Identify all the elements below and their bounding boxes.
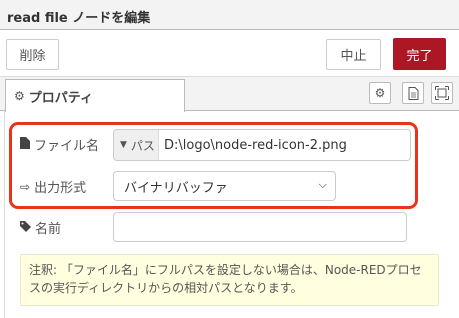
highlight-box xyxy=(9,122,418,209)
delete-button[interactable]: 削除 xyxy=(6,39,59,70)
done-button[interactable]: 完了 xyxy=(393,38,446,70)
tag-icon xyxy=(20,220,31,235)
settings-tab-button[interactable]: ⚙ xyxy=(369,82,391,104)
tray-title: read file ノードを編集 xyxy=(7,11,151,26)
name-label: 名前 xyxy=(20,218,61,237)
panel-border xyxy=(4,111,5,318)
description-tab-button[interactable] xyxy=(402,82,424,104)
gear-icon: ⚙ xyxy=(374,86,386,100)
cancel-button[interactable]: 中止 xyxy=(326,39,381,70)
tab-properties[interactable]: ⚙ プロパティ xyxy=(5,79,185,112)
name-label-text: 名前 xyxy=(35,222,62,237)
frame-icon xyxy=(435,86,449,100)
document-icon xyxy=(408,86,418,100)
tray-header: read file ノードを編集 xyxy=(0,0,459,30)
tab-properties-label: プロパティ xyxy=(28,90,93,106)
help-note: 注釈: 「ファイル名」にフルパスを設定しない場合は、Node-REDプロセスの実… xyxy=(20,254,439,306)
name-input[interactable] xyxy=(113,212,407,242)
tray-toolbar: 削除 中止 完了 xyxy=(0,30,459,77)
appearance-tab-button[interactable] xyxy=(431,82,453,104)
gear-icon: ⚙ xyxy=(14,89,25,103)
